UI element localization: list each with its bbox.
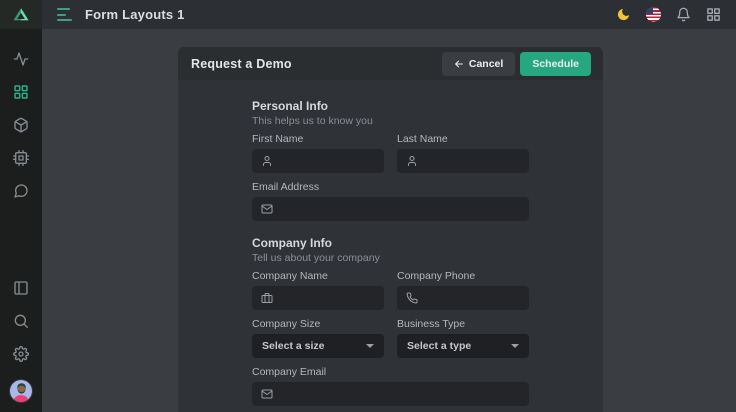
company-info-heading: Company Info <box>252 237 529 250</box>
company-email-inputbox[interactable] <box>252 382 529 406</box>
personal-info-section: Personal Info This helps us to know you … <box>252 100 529 221</box>
settings-gear-icon[interactable] <box>13 346 29 362</box>
request-demo-card: Request a Demo Cancel Schedule Personal … <box>178 47 603 412</box>
grid-modules-icon[interactable] <box>13 84 29 100</box>
cancel-button[interactable]: Cancel <box>442 52 515 76</box>
company-info-section: Company Info Tell us about your company … <box>252 237 529 406</box>
card-title: Request a Demo <box>191 57 292 71</box>
theme-moon-icon[interactable] <box>616 7 631 22</box>
company-info-subheading: Tell us about your company <box>252 252 529 264</box>
email-address-input[interactable] <box>280 203 520 215</box>
first-name-field: First Name <box>252 133 384 173</box>
company-phone-inputbox[interactable] <box>397 286 529 310</box>
company-phone-input[interactable] <box>425 292 520 304</box>
chevron-down-icon <box>511 344 519 348</box>
company-name-label: Company Name <box>252 270 384 282</box>
user-icon <box>406 155 418 167</box>
user-icon <box>261 155 273 167</box>
last-name-label: Last Name <box>397 133 529 145</box>
user-avatar[interactable] <box>9 379 33 403</box>
business-type-label: Business Type <box>397 318 529 330</box>
mail-icon <box>261 388 273 400</box>
layout-panel-icon[interactable] <box>13 280 29 296</box>
last-name-field: Last Name <box>397 133 529 173</box>
activity-icon[interactable] <box>13 51 29 67</box>
business-type-field: Business Type Select a type <box>397 318 529 358</box>
business-type-value: Select a type <box>407 340 471 352</box>
chevron-down-icon <box>366 344 374 348</box>
header-actions <box>616 7 721 22</box>
business-type-select[interactable]: Select a type <box>397 334 529 358</box>
apps-grid-icon[interactable] <box>706 7 721 22</box>
company-name-inputbox[interactable] <box>252 286 384 310</box>
sidebar-nav-top <box>13 29 29 199</box>
card-body: Personal Info This helps us to know you … <box>178 80 603 412</box>
email-address-label: Email Address <box>252 181 529 193</box>
language-flag-icon[interactable] <box>646 7 661 22</box>
company-phone-field: Company Phone <box>397 270 529 310</box>
last-name-input[interactable] <box>425 155 520 167</box>
personal-info-subheading: This helps us to know you <box>252 115 529 127</box>
schedule-button[interactable]: Schedule <box>520 52 591 76</box>
last-name-inputbox[interactable] <box>397 149 529 173</box>
card-header: Request a Demo Cancel Schedule <box>178 47 603 80</box>
first-name-input[interactable] <box>280 155 375 167</box>
company-name-field: Company Name <box>252 270 384 310</box>
cancel-button-label: Cancel <box>469 58 503 70</box>
sidebar-nav-bottom <box>9 280 33 412</box>
company-size-label: Company Size <box>252 318 384 330</box>
first-name-inputbox[interactable] <box>252 149 384 173</box>
card-actions: Cancel Schedule <box>442 52 591 76</box>
company-email-input[interactable] <box>280 388 520 400</box>
company-size-select[interactable]: Select a size <box>252 334 384 358</box>
email-address-inputbox[interactable] <box>252 197 529 221</box>
triangle-logo-icon <box>11 6 31 24</box>
company-email-label: Company Email <box>252 366 529 378</box>
schedule-button-label: Schedule <box>532 58 579 70</box>
phone-icon <box>406 292 418 304</box>
company-name-input[interactable] <box>280 292 375 304</box>
first-name-label: First Name <box>252 133 384 145</box>
company-phone-label: Company Phone <box>397 270 529 282</box>
sidebar <box>0 0 42 412</box>
company-size-field: Company Size Select a size <box>252 318 384 358</box>
search-icon[interactable] <box>13 313 29 329</box>
top-header: Form Layouts 1 <box>42 0 736 29</box>
chat-bubble-icon[interactable] <box>13 183 29 199</box>
notifications-bell-icon[interactable] <box>676 7 691 22</box>
personal-info-heading: Personal Info <box>252 100 529 113</box>
page-title: Form Layouts 1 <box>85 7 185 22</box>
company-email-field: Company Email <box>252 366 529 406</box>
mail-icon <box>261 203 273 215</box>
cpu-icon[interactable] <box>13 150 29 166</box>
company-size-value: Select a size <box>262 340 324 352</box>
menu-toggle-icon[interactable] <box>57 8 74 21</box>
arrow-left-icon <box>454 59 464 69</box>
email-address-field: Email Address <box>252 181 529 221</box>
briefcase-icon <box>261 292 273 304</box>
app-logo[interactable] <box>0 0 42 29</box>
package-cube-icon[interactable] <box>13 117 29 133</box>
